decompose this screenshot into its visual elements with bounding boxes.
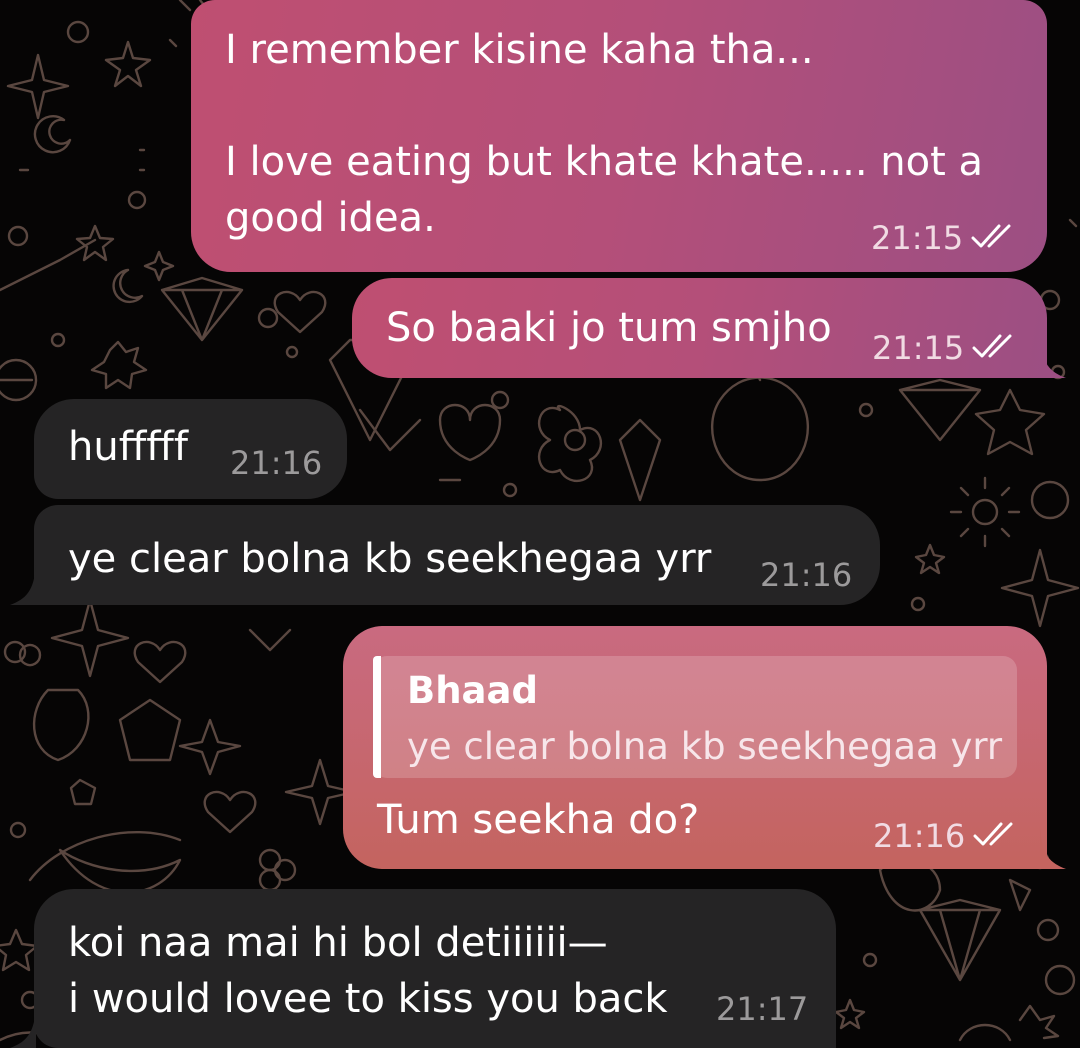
message-time: 21:15 xyxy=(872,329,965,367)
bubble-tail xyxy=(10,1008,36,1048)
bubble-tail xyxy=(1040,829,1066,869)
reply-quote[interactable]: Bhaad ye clear bolna kb seekhegaa yrr xyxy=(373,656,1017,778)
message-text: I remember kisine kaha tha... I love eat… xyxy=(225,27,983,241)
message-text: koi naa mai hi bol detiiiiii— i would lo… xyxy=(68,920,668,1022)
message-time: 21:17 xyxy=(716,990,809,1028)
message-time: 21:16 xyxy=(873,817,966,855)
message-bubble-outgoing[interactable]: I remember kisine kaha tha... I love eat… xyxy=(191,0,1047,272)
message-time: 21:15 xyxy=(871,219,964,257)
double-check-icon xyxy=(971,224,1011,248)
message-bubble-outgoing[interactable]: So baaki jo tum smjho 21:15 xyxy=(352,278,1047,378)
message-bubble-incoming[interactable]: ye clear bolna kb seekhegaa yrr 21:16 xyxy=(34,505,880,605)
message-time: 21:16 xyxy=(760,556,853,594)
double-check-icon xyxy=(973,822,1013,846)
message-text: Tum seekha do? xyxy=(377,797,700,843)
reply-quote-bar xyxy=(373,656,381,778)
message-text: hufffff xyxy=(68,424,188,470)
message-bubble-incoming[interactable]: hufffff 21:16 xyxy=(34,399,347,499)
bubble-tail xyxy=(10,565,36,605)
double-check-icon xyxy=(972,334,1012,358)
message-bubble-incoming[interactable]: koi naa mai hi bol detiiiiii— i would lo… xyxy=(34,889,836,1048)
message-text: So baaki jo tum smjho xyxy=(386,305,832,351)
message-text: ye clear bolna kb seekhegaa yrr xyxy=(68,536,712,582)
message-bubble-outgoing[interactable]: Bhaad ye clear bolna kb seekhegaa yrr Tu… xyxy=(343,626,1047,869)
reply-quote-text: ye clear bolna kb seekhegaa yrr xyxy=(407,725,1003,768)
message-time: 21:16 xyxy=(230,444,323,482)
bubble-tail xyxy=(1040,338,1066,378)
reply-quote-sender: Bhaad xyxy=(407,669,538,712)
